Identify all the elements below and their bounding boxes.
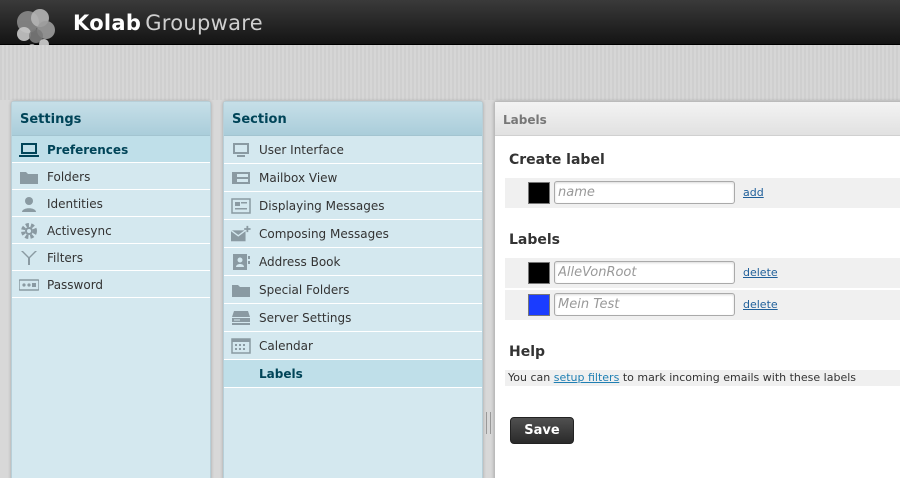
label-row: delete xyxy=(505,258,900,288)
section-item-labels[interactable]: Labels xyxy=(224,360,482,388)
section-item-label: Special Folders xyxy=(259,283,350,297)
delete-label-link[interactable]: delete xyxy=(743,298,778,311)
create-label-row: add xyxy=(505,178,900,208)
folder-icon xyxy=(231,281,251,298)
label-name-input[interactable] xyxy=(554,293,735,316)
folder-icon xyxy=(19,168,39,185)
help-heading: Help xyxy=(509,344,546,360)
settings-item-label: Activesync xyxy=(47,224,112,238)
app-title: Kolab Groupware xyxy=(73,11,263,35)
section-item-displaying-messages[interactable]: Displaying Messages xyxy=(224,192,482,220)
password-icon xyxy=(19,276,39,293)
settings-item-preferences[interactable]: Preferences xyxy=(12,136,210,163)
add-label-link[interactable]: add xyxy=(743,186,764,199)
section-item-special-folders[interactable]: Special Folders xyxy=(224,276,482,304)
settings-title: Settings xyxy=(12,102,210,136)
brand-primary: Kolab xyxy=(73,11,142,35)
section-item-label: Mailbox View xyxy=(259,171,338,185)
settings-item-activesync[interactable]: Activesync xyxy=(12,217,210,244)
section-item-label: Address Book xyxy=(259,255,341,269)
settings-panel: Settings Preferences Folders Identities … xyxy=(11,101,211,478)
section-panel: Section User Interface Mailbox View Disp… xyxy=(223,101,483,478)
brand-secondary: Groupware xyxy=(145,11,264,35)
calendar-icon xyxy=(231,337,251,354)
settings-item-label: Folders xyxy=(47,170,91,184)
mailbox-view-icon xyxy=(231,169,251,186)
section-item-server-settings[interactable]: Server Settings xyxy=(224,304,482,332)
section-item-calendar[interactable]: Calendar xyxy=(224,332,482,360)
label-name-input[interactable] xyxy=(554,261,735,284)
toolbar-strip xyxy=(0,45,900,100)
section-title: Section xyxy=(224,102,482,136)
help-prefix: You can xyxy=(508,371,551,384)
message-display-icon xyxy=(231,197,251,214)
address-book-icon xyxy=(231,253,251,270)
labels-heading: Labels xyxy=(509,232,561,248)
person-icon xyxy=(19,195,39,212)
monitor-icon xyxy=(231,141,251,158)
settings-item-filters[interactable]: Filters xyxy=(12,244,210,271)
compose-icon xyxy=(231,225,251,242)
help-suffix: to mark incoming emails with these label… xyxy=(622,371,857,384)
settings-item-folders[interactable]: Folders xyxy=(12,163,210,190)
settings-item-label: Password xyxy=(47,278,104,292)
label-row: delete xyxy=(505,290,900,320)
section-item-user-interface[interactable]: User Interface xyxy=(224,136,482,164)
settings-item-identities[interactable]: Identities xyxy=(12,190,210,217)
top-bar: Kolab Groupware xyxy=(0,0,900,52)
section-item-label: Server Settings xyxy=(259,311,352,325)
section-item-composing-messages[interactable]: Composing Messages xyxy=(224,220,482,248)
help-text: You can setup filters to mark incoming e… xyxy=(505,370,900,386)
color-picker[interactable] xyxy=(528,262,550,284)
gear-icon xyxy=(19,222,39,239)
settings-item-label: Preferences xyxy=(47,143,129,157)
color-picker[interactable] xyxy=(528,182,550,204)
section-item-label: User Interface xyxy=(259,143,344,157)
settings-item-label: Identities xyxy=(47,197,103,211)
section-item-mailbox-view[interactable]: Mailbox View xyxy=(224,164,482,192)
section-item-label: Calendar xyxy=(259,339,313,353)
settings-item-label: Filters xyxy=(47,251,83,265)
label-name-input[interactable] xyxy=(554,181,735,204)
filter-icon xyxy=(19,249,39,266)
server-icon xyxy=(231,309,251,326)
color-picker[interactable] xyxy=(528,294,550,316)
section-item-label: Labels xyxy=(259,367,303,381)
labels-content-panel: Labels Create label add Labels delete de… xyxy=(494,101,900,478)
delete-label-link[interactable]: delete xyxy=(743,266,778,279)
section-item-label: Displaying Messages xyxy=(259,199,385,213)
section-item-label: Composing Messages xyxy=(259,227,389,241)
save-button[interactable]: Save xyxy=(510,417,574,444)
panel-splitter[interactable] xyxy=(486,412,491,434)
section-item-address-book[interactable]: Address Book xyxy=(224,248,482,276)
create-label-heading: Create label xyxy=(509,152,605,168)
content-title: Labels xyxy=(495,102,900,136)
setup-filters-link[interactable]: setup filters xyxy=(554,371,620,384)
monitor-icon xyxy=(19,141,39,158)
settings-item-password[interactable]: Password xyxy=(12,271,210,298)
